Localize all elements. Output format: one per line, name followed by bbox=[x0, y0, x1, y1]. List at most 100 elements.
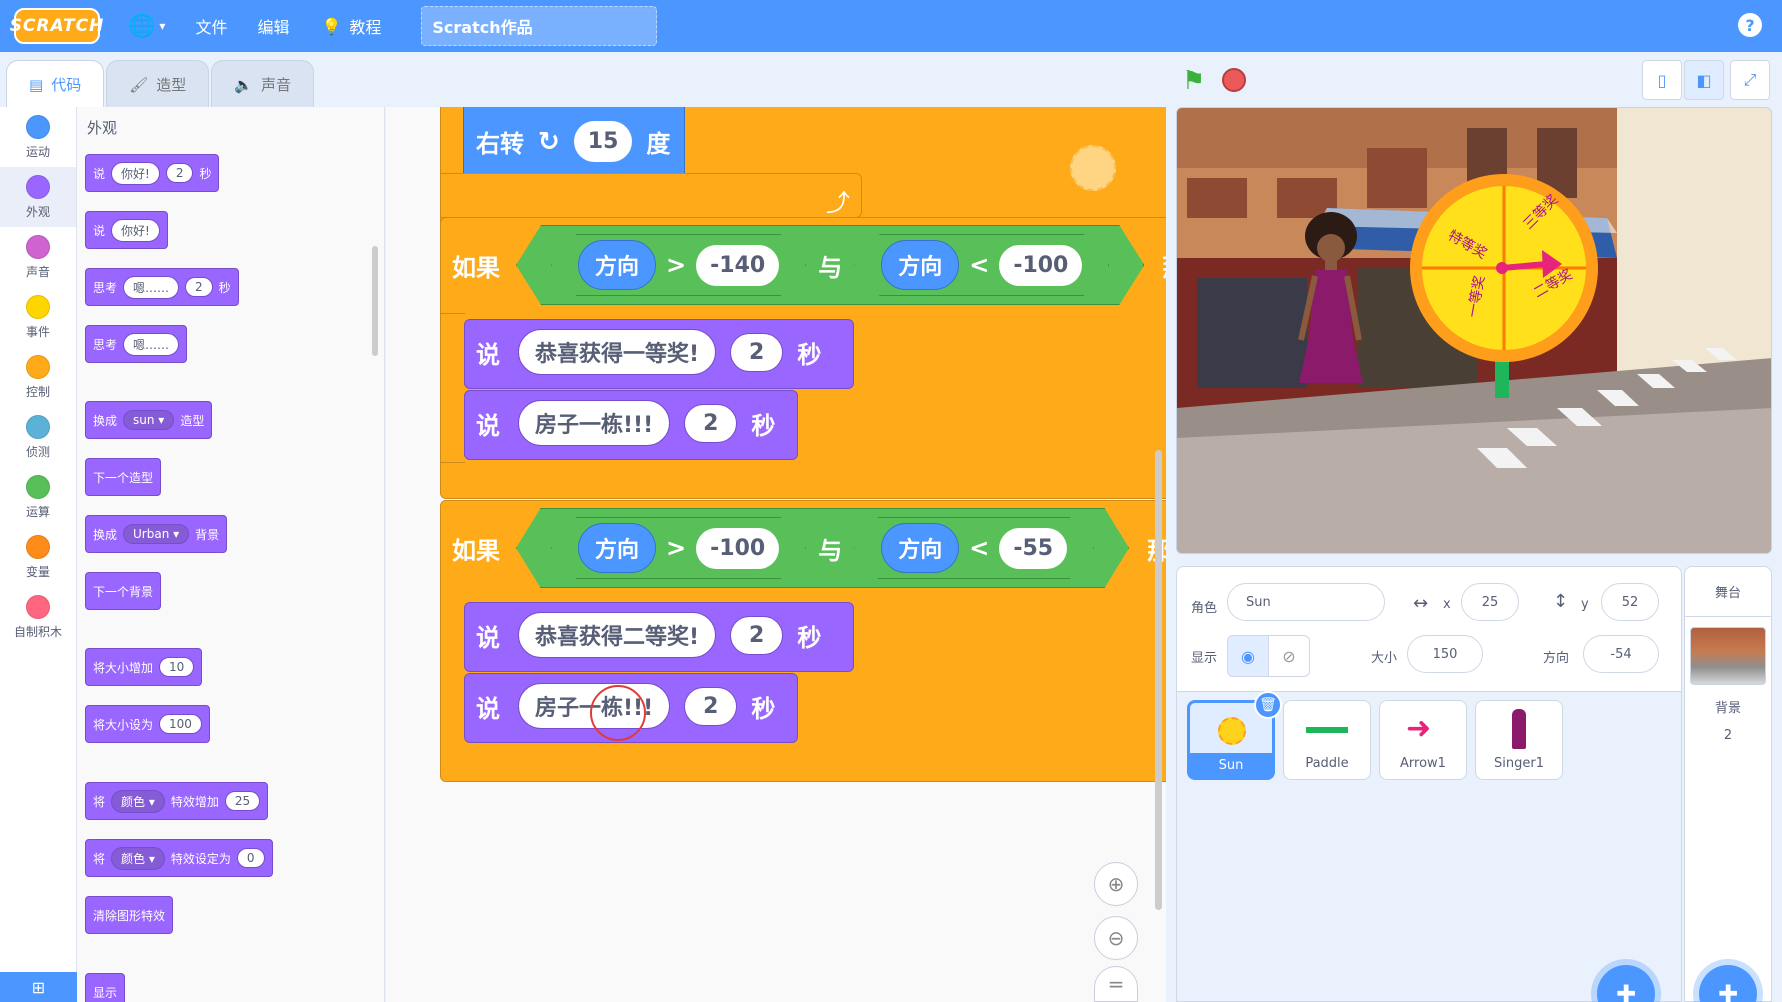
clear-effects-block[interactable]: 清除图形特效 bbox=[85, 896, 174, 934]
message-input[interactable]: 嗯…… bbox=[123, 275, 180, 299]
stage-canvas[interactable]: 三等奖 二等奖 一等奖 特等奖 bbox=[1176, 107, 1772, 554]
change-effect-block[interactable]: 将 颜色 ▾ 特效增加 25 bbox=[85, 782, 269, 820]
category-sensing[interactable]: 侦测 bbox=[0, 407, 76, 467]
message-input[interactable]: 嗯…… bbox=[123, 332, 180, 356]
size-input[interactable]: 150 bbox=[1407, 635, 1483, 673]
message-input[interactable]: 恭喜获得二等奖! bbox=[518, 612, 717, 658]
secs-input[interactable]: 2 bbox=[684, 686, 738, 726]
change-size-block[interactable]: 将大小增加 10 bbox=[85, 648, 203, 686]
show-visible-button[interactable]: ◉ bbox=[1227, 635, 1269, 677]
category-looks[interactable]: 外观 bbox=[0, 167, 76, 227]
script-scrollbar[interactable] bbox=[1155, 450, 1162, 910]
size-input[interactable]: 100 bbox=[159, 714, 202, 734]
think-for-secs-block[interactable]: 思考 嗯…… 2 秒 bbox=[85, 268, 239, 306]
secs-input[interactable]: 2 bbox=[165, 163, 194, 183]
compare-input[interactable]: -55 bbox=[999, 527, 1068, 569]
effect-input[interactable]: 25 bbox=[224, 791, 261, 811]
help-icon[interactable]: ? bbox=[1738, 13, 1762, 37]
category-motion[interactable]: 运动 bbox=[0, 107, 76, 167]
sprite-name-input[interactable]: Sun bbox=[1227, 583, 1385, 621]
less-than-operator[interactable]: 方向 < -55 bbox=[854, 517, 1095, 579]
message-input[interactable]: 恭喜获得一等奖! bbox=[518, 329, 717, 375]
direction-reporter[interactable]: 方向 bbox=[578, 240, 657, 290]
normal-stage-button[interactable]: ◧ bbox=[1684, 60, 1724, 100]
delete-sprite-button[interactable]: 🗑 bbox=[1254, 691, 1282, 719]
degrees-input[interactable]: 15 bbox=[573, 121, 633, 162]
greater-than-operator[interactable]: 方向 > -100 bbox=[551, 517, 807, 579]
direction-input[interactable]: -54 bbox=[1583, 635, 1659, 673]
category-events[interactable]: 事件 bbox=[0, 287, 76, 347]
compare-input[interactable]: -140 bbox=[696, 244, 780, 286]
and-operator[interactable]: 方向 > -140 与 方向 < -100 bbox=[516, 225, 1145, 305]
direction-reporter[interactable]: 方向 bbox=[881, 240, 960, 290]
effect-dropdown[interactable]: 颜色 ▾ bbox=[111, 789, 165, 813]
greater-than-operator[interactable]: 方向 > -140 bbox=[551, 234, 807, 296]
block-label: 思考 bbox=[93, 337, 118, 352]
sprite-tile-sun[interactable]: Sun 🗑 bbox=[1187, 691, 1282, 780]
tab-costumes[interactable]: 🖌 造型 bbox=[106, 60, 210, 108]
script-area[interactable]: 右转 ↻ 15 度 ⤴ 如果 方向 > -140 与 方向 < -100 那么 … bbox=[386, 107, 1166, 1002]
compare-input[interactable]: -100 bbox=[999, 244, 1083, 286]
extension-button[interactable]: ⊞ bbox=[0, 972, 77, 1002]
green-flag-icon[interactable]: ⚑ bbox=[1182, 66, 1205, 96]
add-sprite-button[interactable]: ✚ bbox=[1597, 965, 1655, 1002]
effect-input[interactable]: 0 bbox=[236, 848, 265, 868]
next-costume-block[interactable]: 下一个造型 bbox=[85, 458, 162, 496]
and-operator[interactable]: 方向 > -100 与 方向 < -55 bbox=[516, 508, 1130, 588]
say-for-secs-block[interactable]: 说 你好! 2 秒 bbox=[85, 154, 220, 192]
tab-sounds[interactable]: 🔈 声音 bbox=[211, 60, 314, 108]
set-effect-block[interactable]: 将 颜色 ▾ 特效设定为 0 bbox=[85, 839, 273, 877]
zoom-reset-button[interactable]: = bbox=[1094, 966, 1138, 1002]
direction-reporter[interactable]: 方向 bbox=[881, 523, 960, 573]
file-menu[interactable]: 文件 bbox=[195, 14, 227, 38]
category-my-blocks[interactable]: 自制积木 bbox=[0, 587, 76, 647]
tab-code[interactable]: ▤ 代码 bbox=[6, 60, 105, 108]
add-backdrop-button[interactable]: ✚ bbox=[1699, 965, 1757, 1002]
say-block[interactable]: 说 你好! bbox=[85, 211, 168, 249]
y-input[interactable]: 52 bbox=[1601, 583, 1659, 621]
project-title-input[interactable]: Scratch作品 bbox=[421, 6, 658, 46]
x-input[interactable]: 25 bbox=[1461, 583, 1519, 621]
next-backdrop-block[interactable]: 下一个背景 bbox=[85, 572, 162, 610]
secs-input[interactable]: 2 bbox=[730, 615, 784, 655]
think-block[interactable]: 思考 嗯…… bbox=[85, 325, 188, 363]
secs-input[interactable]: 2 bbox=[684, 403, 738, 443]
category-sound[interactable]: 声音 bbox=[0, 227, 76, 287]
direction-reporter[interactable]: 方向 bbox=[578, 523, 657, 573]
category-control[interactable]: 控制 bbox=[0, 347, 76, 407]
category-variables[interactable]: 变量 bbox=[0, 527, 76, 587]
category-operators[interactable]: 运算 bbox=[0, 467, 76, 527]
message-input[interactable]: 你好! bbox=[111, 161, 160, 185]
secs-input[interactable]: 2 bbox=[730, 332, 784, 372]
backdrop-dropdown[interactable]: Urban ▾ bbox=[123, 524, 190, 544]
show-block[interactable]: 显示 bbox=[85, 973, 126, 1002]
sprite-tile-paddle[interactable]: Paddle bbox=[1283, 700, 1371, 780]
message-input[interactable]: 房子一栋!!! bbox=[518, 400, 671, 446]
switch-costume-block[interactable]: 换成 sun ▾ 造型 bbox=[85, 401, 213, 439]
zoom-out-button[interactable]: ⊖ bbox=[1094, 916, 1138, 960]
set-size-block[interactable]: 将大小设为 100 bbox=[85, 705, 210, 743]
language-menu[interactable]: 🌐 ▾ bbox=[128, 14, 165, 39]
switch-backdrop-block[interactable]: 换成 Urban ▾ 背景 bbox=[85, 515, 228, 553]
compare-input[interactable]: -100 bbox=[696, 527, 780, 569]
sprite-tile-arrow1[interactable]: ➜ Arrow1 bbox=[1379, 700, 1467, 780]
stop-icon[interactable] bbox=[1222, 68, 1246, 92]
small-stage-button[interactable]: ▯ bbox=[1642, 60, 1682, 100]
dropdown-value: 颜色 bbox=[121, 851, 146, 866]
stage-selector[interactable]: 舞台 背景 2 ✚ bbox=[1684, 566, 1772, 1002]
less-than-operator[interactable]: 方向 < -100 bbox=[854, 234, 1110, 296]
tutorials-button[interactable]: 💡 教程 bbox=[321, 14, 381, 38]
effect-dropdown[interactable]: 颜色 ▾ bbox=[111, 846, 165, 870]
sprite-tile-singer1[interactable]: Singer1 bbox=[1475, 700, 1563, 780]
size-input[interactable]: 10 bbox=[159, 657, 195, 677]
scratch-logo[interactable]: SCRATCH bbox=[10, 8, 103, 44]
message-input[interactable]: 你好! bbox=[111, 218, 160, 242]
show-hidden-button[interactable]: ⊘ bbox=[1268, 635, 1310, 677]
zoom-in-button[interactable]: ⊕ bbox=[1094, 862, 1138, 906]
costume-dropdown[interactable]: sun ▾ bbox=[123, 410, 175, 430]
if-arm-1 bbox=[440, 313, 465, 463]
palette-scrollbar[interactable] bbox=[372, 246, 378, 356]
fullscreen-button[interactable]: ⤢ bbox=[1730, 60, 1770, 100]
secs-input[interactable]: 2 bbox=[185, 277, 213, 297]
edit-menu[interactable]: 编辑 bbox=[257, 14, 289, 38]
